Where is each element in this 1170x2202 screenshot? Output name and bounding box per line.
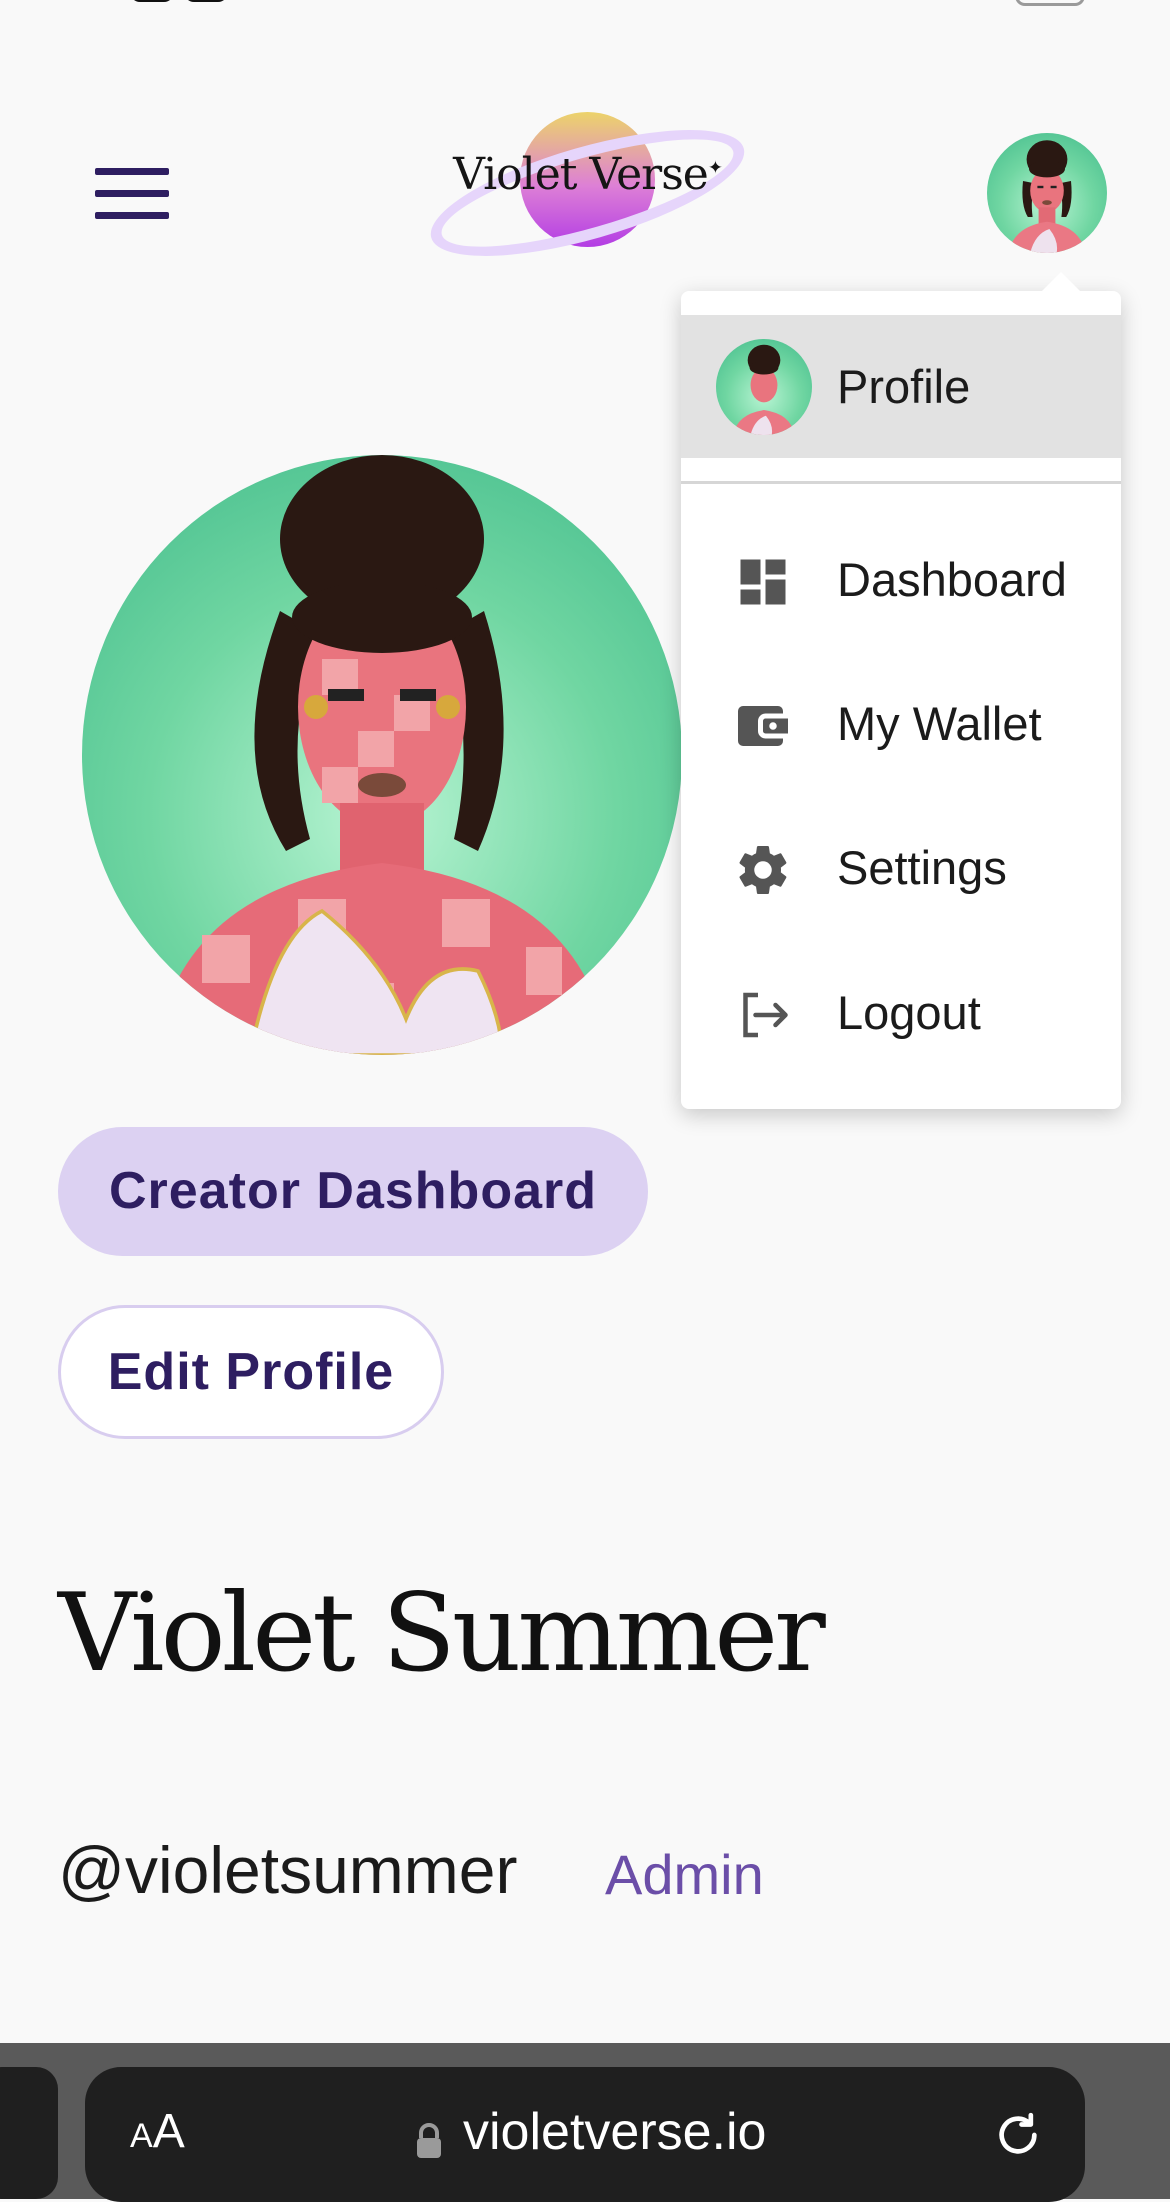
url-text: violetverse.io: [463, 2103, 767, 2161]
previous-tab-peek[interactable]: [0, 2067, 58, 2199]
profile-handle: @violetsummer: [58, 1833, 518, 1907]
menu-item-dashboard[interactable]: Dashboard: [681, 521, 1121, 641]
avatar-illustration: [1008, 140, 1086, 253]
menu-item-profile[interactable]: Profile: [681, 315, 1121, 458]
dashboard-icon: [740, 559, 786, 605]
menu-settings-label: Settings: [837, 841, 1007, 894]
violet-verse-logo[interactable]: Violet Verse✦: [418, 95, 757, 283]
user-avatar-button[interactable]: [987, 133, 1107, 253]
browser-bottom-bar: AA violetverse.io: [0, 2043, 1170, 2202]
hamburger-menu-icon[interactable]: [95, 168, 169, 220]
status-time-fragment: [130, 0, 260, 6]
profile-display-name: Violet Summer: [58, 1571, 826, 1696]
status-icons-fragment: [835, 0, 1085, 6]
mini-avatar-illustration: [733, 344, 795, 435]
account-dropdown-menu: Profile Dashboard My Wallet Settings Log…: [681, 272, 1121, 1109]
menu-dashboard-label: Dashboard: [837, 553, 1067, 606]
text-size-button[interactable]: AA: [130, 2104, 185, 2159]
logo-sparkle-icon: ✦: [707, 157, 723, 179]
menu-logout-label: Logout: [837, 986, 981, 1039]
role-badge: Admin: [605, 1843, 764, 1906]
battery-icon: [1015, 0, 1085, 6]
menu-profile-label: Profile: [837, 360, 971, 413]
profile-illustration: [154, 455, 610, 1055]
creator-dashboard-button[interactable]: Creator Dashboard: [58, 1127, 648, 1256]
menu-divider: [681, 481, 1121, 484]
menu-profile-avatar: [716, 339, 812, 435]
gear-icon: [739, 846, 787, 894]
address-bar[interactable]: AA violetverse.io: [85, 2067, 1085, 2202]
menu-item-my-wallet[interactable]: My Wallet: [681, 665, 1121, 785]
menu-caret: [1041, 272, 1081, 292]
menu-wallet-label: My Wallet: [837, 697, 1042, 750]
profile-picture: [82, 455, 682, 1055]
logout-icon: [743, 992, 788, 1038]
reload-icon[interactable]: [990, 2107, 1046, 2163]
edit-profile-button[interactable]: Edit Profile: [58, 1305, 444, 1439]
menu-item-settings[interactable]: Settings: [681, 809, 1121, 929]
wallet-icon: [738, 706, 788, 746]
lock-icon: [417, 2123, 441, 2158]
logo-text: Violet Verse: [453, 149, 709, 200]
menu-item-logout[interactable]: Logout: [681, 954, 1121, 1074]
